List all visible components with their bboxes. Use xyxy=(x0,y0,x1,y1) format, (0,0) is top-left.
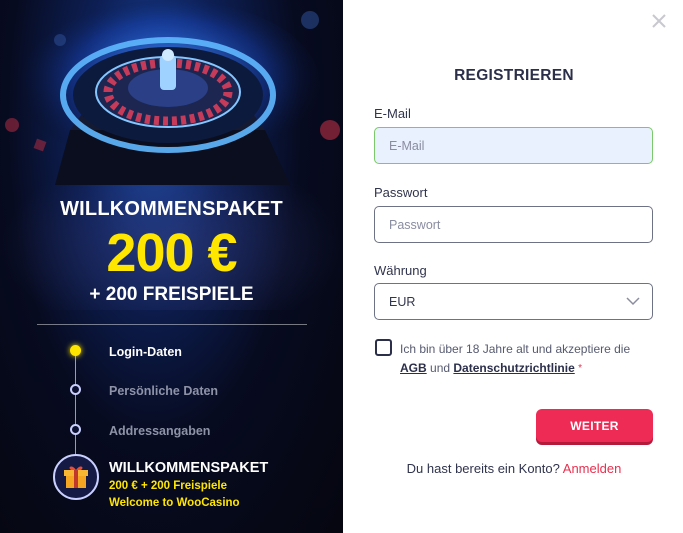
currency-select[interactable]: EUR xyxy=(374,283,653,320)
age-terms-checkbox[interactable] xyxy=(375,339,392,356)
email-field[interactable] xyxy=(374,127,653,164)
consent-and: und xyxy=(430,361,451,375)
step-personal-data: Persönliche Daten xyxy=(109,384,219,398)
promo-panel: WILLKOMMENSPAKET 200 € + 200 FREISPIELE … xyxy=(0,0,343,533)
promo-divider xyxy=(37,324,307,325)
login-prompt: Du hast bereits ein Konto? xyxy=(406,461,560,476)
continue-button[interactable]: WEITER xyxy=(536,409,653,442)
privacy-link[interactable]: Datenschutzrichtlinie xyxy=(453,361,574,375)
step-dot-personal xyxy=(70,384,81,395)
currency-label: Währung xyxy=(374,263,427,278)
gift-badge xyxy=(53,454,99,500)
login-prompt-row: Du hast bereits ein Konto? Anmelden xyxy=(374,461,654,476)
login-link[interactable]: Anmelden xyxy=(563,461,622,476)
agb-link[interactable]: AGB xyxy=(400,361,427,375)
step-dot-login xyxy=(70,345,81,356)
promo-amount: 200 € xyxy=(106,223,237,283)
email-label: E-Mail xyxy=(374,106,411,121)
password-field[interactable] xyxy=(374,206,653,243)
required-mark: * xyxy=(578,363,582,374)
form-title: REGISTRIEREN xyxy=(454,67,574,84)
password-label: Passwort xyxy=(374,185,428,200)
step-login-data: Login-Daten xyxy=(109,345,182,359)
promo-title: WILLKOMMENSPAKET xyxy=(60,198,283,220)
chevron-down-icon xyxy=(626,297,640,306)
promo-free-spins: + 200 FREISPIELE xyxy=(89,284,254,305)
step-dot-address xyxy=(70,424,81,435)
bonus-title: WILLKOMMENSPAKET xyxy=(109,460,269,476)
consent-prefix: Ich bin über 18 Jahre alt und akzeptiere… xyxy=(400,342,631,356)
currency-value: EUR xyxy=(389,295,416,309)
step-address: Addressangaben xyxy=(109,424,211,438)
consent-text: Ich bin über 18 Jahre alt und akzeptiere… xyxy=(400,340,660,378)
bonus-line-offer: 200 € + 200 Freispiele xyxy=(109,480,227,492)
steps-connector xyxy=(75,350,76,460)
registration-modal: WILLKOMMENSPAKET 200 € + 200 FREISPIELE … xyxy=(0,0,683,533)
bonus-line-welcome: Welcome to WooCasino xyxy=(109,497,240,509)
close-icon[interactable] xyxy=(650,12,668,30)
gift-icon xyxy=(64,466,88,488)
roulette-illustration xyxy=(5,0,340,185)
